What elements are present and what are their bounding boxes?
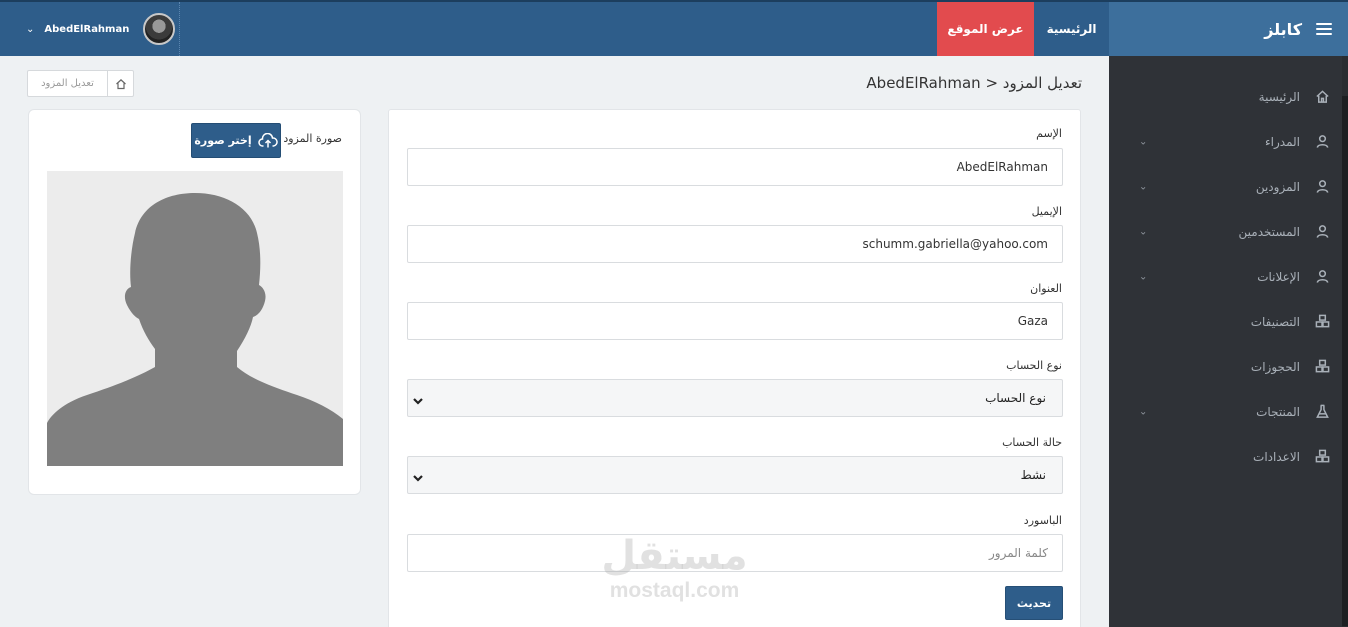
brand-area: كابلز xyxy=(1109,2,1348,56)
avatar xyxy=(143,13,176,45)
chevron-down-icon xyxy=(412,392,424,405)
cloud-upload-icon xyxy=(257,132,278,147)
sidebar-item-label: المدراء xyxy=(1265,134,1300,149)
account-type-value: نوع الحساب xyxy=(985,391,1046,405)
breadcrumb: تعديل المزود xyxy=(27,70,134,97)
brand-name: كابلز xyxy=(1264,19,1302,39)
user-icon xyxy=(1314,224,1330,240)
chevron-down-icon: ⌄ xyxy=(1139,271,1148,282)
password-field[interactable] xyxy=(407,534,1063,572)
sidebar-item-label: الرئيسية xyxy=(1258,89,1300,104)
chevron-down-icon: ⌄ xyxy=(1139,181,1148,192)
sidebar-item-settings[interactable]: الاعدادات xyxy=(1109,434,1348,479)
home-icon xyxy=(1314,89,1330,105)
sidebar-item-bookings[interactable]: الحجوزات xyxy=(1109,344,1348,389)
cubes-icon xyxy=(1314,449,1330,465)
chevron-down-icon: ⌄ xyxy=(26,23,35,35)
user-icon xyxy=(1314,269,1330,285)
update-button[interactable]: تحديث xyxy=(1005,586,1063,620)
chevron-down-icon: ⌄ xyxy=(1139,226,1148,237)
hamburger-icon[interactable] xyxy=(1316,23,1332,35)
sidebar-item-label: التصنيفات xyxy=(1250,314,1300,329)
breadcrumb-home-icon[interactable] xyxy=(107,71,133,96)
sidebar-item-users[interactable]: ⌄ المستخدمين xyxy=(1109,209,1348,254)
chevron-down-icon: ⌄ xyxy=(1139,406,1148,417)
sidebar-item-ads[interactable]: ⌄ الإعلانات xyxy=(1109,254,1348,299)
sidebar-item-label: الحجوزات xyxy=(1250,359,1300,374)
choose-image-label: إختر صورة xyxy=(194,134,252,147)
account-status-label: حالة الحساب xyxy=(1002,436,1062,449)
sidebar-item-providers[interactable]: ⌄ المزودين xyxy=(1109,164,1348,209)
sidebar-item-admins[interactable]: ⌄ المدراء xyxy=(1109,119,1348,164)
sidebar-scrollbar[interactable] xyxy=(1342,56,1348,627)
sidebar-item-label: الإعلانات xyxy=(1257,269,1300,284)
sidebar-item-home[interactable]: الرئيسية xyxy=(1109,74,1348,119)
cubes-icon xyxy=(1314,359,1330,375)
top-navbar: كابلز الرئيسية عرض الموقع ⌄ AbedElRahman xyxy=(0,0,1348,56)
address-field[interactable] xyxy=(407,302,1063,340)
sidebar-item-label: المنتجات xyxy=(1256,404,1300,419)
sidebar-item-categories[interactable]: التصنيفات xyxy=(1109,299,1348,344)
user-icon xyxy=(1314,134,1330,150)
provider-image-label: صورة المزود xyxy=(283,132,342,145)
password-label: الباسورد xyxy=(1023,514,1062,527)
sidebar-item-label: المستخدمين xyxy=(1238,224,1300,239)
account-status-select[interactable]: نشط xyxy=(407,456,1063,494)
address-label: العنوان xyxy=(1030,282,1062,295)
account-status-value: نشط xyxy=(1020,468,1046,482)
name-field[interactable] xyxy=(407,148,1063,186)
chevron-down-icon xyxy=(412,469,424,482)
scrollbar-thumb[interactable] xyxy=(1342,96,1348,626)
email-label: الإيميل xyxy=(1031,205,1062,218)
name-label: الإسم xyxy=(1036,127,1062,140)
sidebar-item-products[interactable]: ⌄ المنتجات xyxy=(1109,389,1348,434)
provider-image-card: صورة المزود إختر صورة xyxy=(28,109,361,495)
user-menu[interactable]: ⌄ AbedElRahman xyxy=(0,2,180,56)
chevron-down-icon: ⌄ xyxy=(1139,136,1148,147)
account-type-label: نوع الحساب xyxy=(1006,359,1062,372)
username: AbedElRahman xyxy=(44,23,130,35)
page-title: تعديل المزود < AbedElRahman xyxy=(866,74,1082,92)
sidebar-item-label: المزودين xyxy=(1255,179,1300,194)
provider-form: الإسم الإيميل العنوان نوع الحساب نوع الح… xyxy=(388,109,1081,627)
account-type-select[interactable]: نوع الحساب xyxy=(407,379,1063,417)
nav-home-link[interactable]: الرئيسية xyxy=(1034,2,1109,56)
sidebar-item-label: الاعدادات xyxy=(1253,449,1300,464)
email-field[interactable] xyxy=(407,225,1063,263)
choose-image-button[interactable]: إختر صورة xyxy=(191,123,281,158)
cubes-icon xyxy=(1314,314,1330,330)
flask-icon xyxy=(1314,404,1330,420)
avatar-placeholder-image xyxy=(47,171,343,466)
breadcrumb-current: تعديل المزود xyxy=(41,78,94,89)
view-site-button[interactable]: عرض الموقع xyxy=(937,2,1034,56)
user-icon xyxy=(1314,179,1330,195)
sidebar: الرئيسية ⌄ المدراء ⌄ المزودين ⌄ المستخدم… xyxy=(1109,56,1348,627)
